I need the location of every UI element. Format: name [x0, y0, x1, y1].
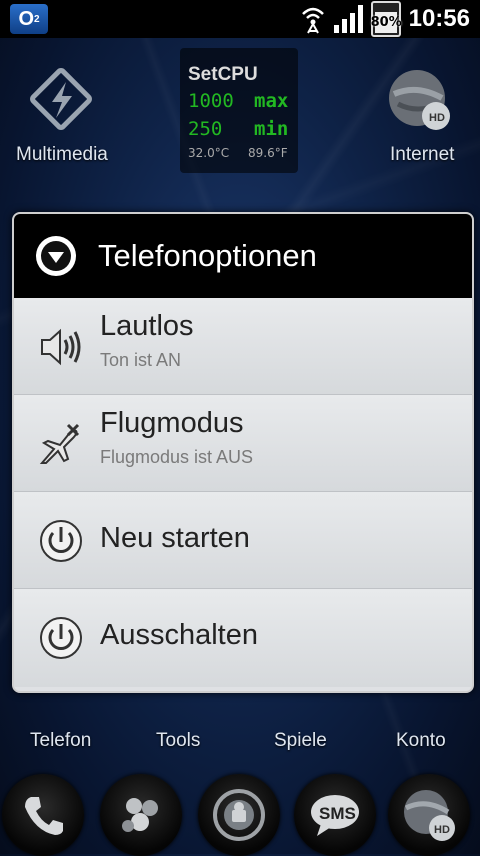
- dialog-title: Telefonoptionen: [98, 238, 317, 273]
- app-drawer-icon: [213, 789, 265, 841]
- option-label: Neu starten: [100, 522, 250, 554]
- sms-label: SMS: [319, 804, 356, 823]
- clock: 10:56: [408, 5, 470, 32]
- setcpu-max-value: 1000: [188, 90, 234, 112]
- carrier-letter: O: [18, 7, 34, 30]
- setcpu-widget[interactable]: SetCPU 1000 max 250 min 32.0°C 89.6°F: [180, 48, 298, 173]
- airplane-icon: [39, 423, 80, 464]
- wifi-icon: [301, 7, 324, 34]
- setcpu-min-label: min: [254, 118, 289, 140]
- home-label-telefon[interactable]: Telefon: [30, 730, 91, 752]
- dock-phone-button[interactable]: [2, 774, 84, 856]
- setcpu-temp-f: 89.6°F: [248, 146, 288, 160]
- home-label-konto[interactable]: Konto: [396, 730, 446, 752]
- option-label: Flugmodus: [100, 407, 244, 439]
- svg-text:HD: HD: [429, 112, 445, 124]
- status-bar: O2 80% 10:56: [0, 0, 480, 38]
- internet-icon[interactable]: HD: [384, 64, 454, 138]
- dock-app-drawer-button[interactable]: [198, 774, 280, 856]
- home-label-multimedia[interactable]: Multimedia: [16, 144, 108, 166]
- option-sublabel: Ton ist AN: [100, 350, 182, 370]
- phone-options-dialog: Telefonoptionen Lautlos Ton ist AN Flugm…: [12, 212, 474, 693]
- power-icon: [40, 520, 82, 562]
- dock-browser-button[interactable]: HD: [388, 774, 470, 856]
- speaker-icon: [41, 328, 81, 366]
- dock-sms-button[interactable]: SMS: [294, 774, 376, 856]
- option-sublabel: Flugmodus ist AUS: [100, 447, 254, 467]
- browser-hd-label: HD: [434, 824, 450, 836]
- setcpu-max-label: max: [254, 90, 289, 112]
- setcpu-temp-c: 32.0°C: [188, 146, 230, 160]
- browser-icon: HD: [404, 790, 455, 841]
- chevron-down-circle-icon: [36, 236, 76, 276]
- power-icon: [40, 617, 82, 659]
- multimedia-icon[interactable]: [28, 66, 94, 132]
- option-label: Lautlos: [100, 310, 194, 342]
- option-shutdown[interactable]: Ausschalten: [14, 589, 472, 687]
- phone-icon: [25, 797, 63, 835]
- sms-icon: SMS: [311, 795, 359, 836]
- option-restart[interactable]: Neu starten: [14, 492, 472, 589]
- carrier-number: 2: [34, 13, 40, 25]
- setcpu-min-value: 250: [188, 118, 223, 140]
- battery-percent: 80%: [370, 15, 402, 30]
- dialog-header: Telefonoptionen: [14, 214, 472, 298]
- battery-icon: 80%: [370, 1, 402, 37]
- home-label-internet[interactable]: Internet: [390, 144, 454, 166]
- dock-contacts-button[interactable]: [100, 774, 182, 856]
- setcpu-title: SetCPU: [188, 64, 258, 85]
- option-label: Ausschalten: [100, 619, 258, 651]
- dock: SMS HD: [0, 756, 480, 856]
- carrier-logo: O2: [10, 4, 48, 34]
- option-silent[interactable]: Lautlos Ton ist AN: [14, 298, 472, 395]
- signal-icon: [333, 5, 363, 33]
- contacts-icon: [122, 798, 158, 832]
- option-airplane-mode[interactable]: Flugmodus Flugmodus ist AUS: [14, 395, 472, 492]
- home-label-tools[interactable]: Tools: [156, 730, 200, 752]
- home-label-spiele[interactable]: Spiele: [274, 730, 327, 752]
